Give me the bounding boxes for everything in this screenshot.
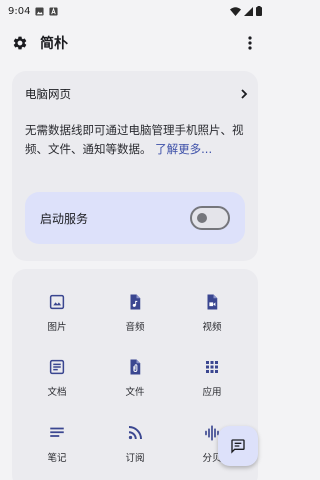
service-label: 启动服务 — [40, 211, 89, 226]
web-card-header[interactable]: 电脑网页 — [25, 85, 249, 103]
grid-label-apps: 应用 — [202, 387, 222, 398]
grid-label-documents: 文档 — [47, 387, 67, 398]
grid-label-feeds: 订阅 — [125, 453, 145, 464]
notes-icon — [50, 427, 64, 437]
signal-icon — [244, 6, 253, 16]
attachment-file-icon — [130, 359, 141, 375]
grid-item-images[interactable]: 图片 — [27, 293, 87, 343]
switch-knob — [197, 213, 207, 223]
app-bar: 简朴 — [0, 26, 270, 60]
chat-fab-button[interactable] — [218, 426, 258, 466]
chevron-right-icon — [241, 89, 248, 99]
audio-file-icon — [130, 294, 141, 310]
service-switch[interactable] — [190, 206, 230, 230]
grid-item-video[interactable]: 视频 — [182, 293, 242, 343]
more-vert-icon — [248, 36, 252, 50]
grid-item-feeds[interactable]: 订阅 — [105, 424, 165, 474]
grid-item-files[interactable]: 文件 — [105, 358, 165, 408]
document-icon — [49, 359, 65, 375]
status-time: 9:04 — [8, 5, 31, 17]
grid-label-files: 文件 — [125, 387, 145, 398]
notification-a-icon — [49, 6, 59, 16]
web-card-title: 电脑网页 — [25, 87, 71, 101]
grid-item-documents[interactable]: 文档 — [27, 358, 87, 408]
apps-icon — [206, 361, 218, 373]
grid-item-audio[interactable]: 音频 — [105, 293, 165, 343]
status-bar: 9:04 — [0, 0, 270, 22]
web-card-description: 无需数据线即可通过电脑管理手机照片、视频、文件、通知等数据。 了解更多... — [25, 121, 249, 159]
more-options-button[interactable] — [242, 32, 258, 54]
learn-more-link[interactable]: 了解更多... — [155, 142, 212, 156]
grid-item-notes[interactable]: 笔记 — [27, 424, 87, 474]
battery-icon — [256, 6, 262, 16]
settings-gear-icon[interactable] — [12, 35, 28, 51]
chat-icon — [231, 439, 245, 454]
app-title: 简朴 — [40, 36, 68, 52]
rss-icon — [128, 426, 142, 440]
wifi-icon — [230, 6, 241, 16]
web-access-card: 电脑网页 无需数据线即可通过电脑管理手机照片、视频、文件、通知等数据。 了解更多… — [12, 71, 258, 261]
grid-label-notes: 笔记 — [47, 453, 67, 464]
grid-item-apps[interactable]: 应用 — [182, 358, 242, 408]
service-toggle-row[interactable]: 启动服务 — [25, 192, 245, 244]
video-file-icon — [207, 294, 218, 310]
image-icon — [49, 294, 65, 310]
grid-label-audio: 音频 — [125, 322, 145, 333]
notification-gallery-icon — [35, 6, 45, 16]
grid-label-video: 视频 — [202, 322, 222, 333]
grid-label-images: 图片 — [47, 322, 67, 333]
